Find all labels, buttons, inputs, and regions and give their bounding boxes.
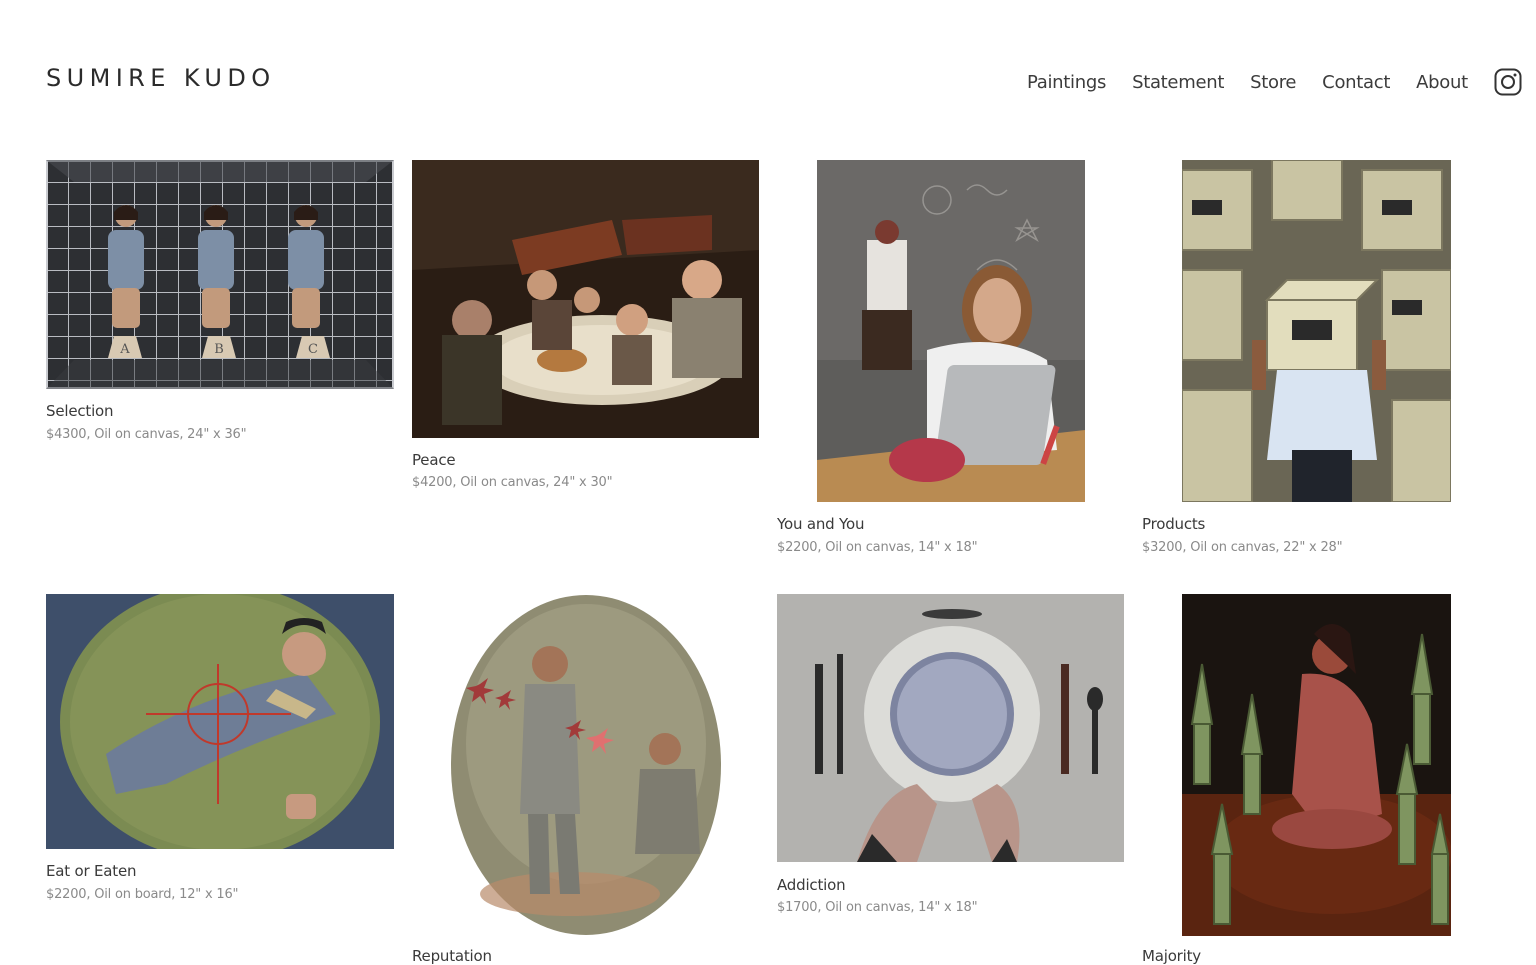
artwork-meta-products: $3200, Oil on canvas, 22" x 28"	[1142, 540, 1343, 555]
label-a: A	[119, 342, 130, 357]
artwork-meta-peace: $4200, Oil on canvas, 24" x 30"	[412, 475, 613, 490]
main-nav: Paintings Statement Store Contact About	[1027, 68, 1522, 96]
artwork-image-majority[interactable]	[1182, 594, 1451, 936]
artwork-meta-eat-or-eaten: $2200, Oil on board, 12" x 16"	[46, 887, 239, 902]
artwork-title-peace[interactable]: Peace	[412, 451, 456, 469]
artwork-image-eat-or-eaten[interactable]	[46, 594, 394, 849]
nav-store[interactable]: Store	[1250, 72, 1296, 93]
artwork-title-you-and-you[interactable]: You and You	[777, 515, 864, 533]
artwork-image-you-and-you[interactable]	[817, 160, 1085, 502]
nav-contact[interactable]: Contact	[1322, 72, 1390, 93]
artwork-title-addiction[interactable]: Addiction	[777, 876, 846, 894]
artwork-image-products[interactable]	[1182, 160, 1451, 502]
nav-about[interactable]: About	[1416, 72, 1468, 93]
artwork-meta-you-and-you: $2200, Oil on canvas, 14" x 18"	[777, 540, 978, 555]
artwork-title-majority[interactable]: Majority	[1142, 947, 1201, 965]
artwork-image-selection[interactable]: A B C	[46, 160, 394, 389]
label-b: B	[214, 342, 224, 357]
artwork-title-reputation[interactable]: Reputation	[412, 947, 492, 965]
nav-paintings[interactable]: Paintings	[1027, 72, 1106, 93]
nav-statement[interactable]: Statement	[1132, 72, 1224, 93]
artwork-image-reputation[interactable]	[450, 594, 722, 936]
artwork-image-peace[interactable]	[412, 160, 759, 438]
label-c: C	[308, 342, 318, 357]
artwork-image-addiction[interactable]	[777, 594, 1124, 862]
artwork-title-products[interactable]: Products	[1142, 515, 1205, 533]
artwork-meta-selection: $4300, Oil on canvas, 24" x 36"	[46, 427, 247, 442]
artwork-meta-addiction: $1700, Oil on canvas, 14" x 18"	[777, 900, 978, 915]
instagram-icon[interactable]	[1494, 68, 1522, 96]
artwork-title-selection[interactable]: Selection	[46, 402, 114, 420]
site-logo[interactable]: SUMIRE KUDO	[46, 64, 276, 92]
artwork-title-eat-or-eaten[interactable]: Eat or Eaten	[46, 862, 137, 880]
